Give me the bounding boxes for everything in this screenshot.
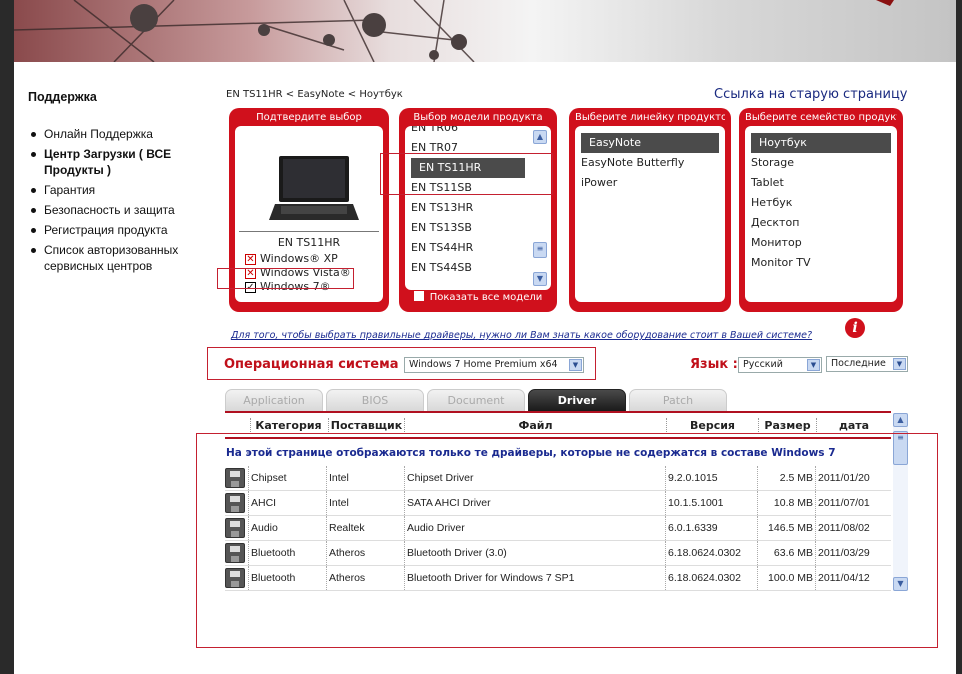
unsupported-icon: ✕ (245, 253, 256, 265)
sidebar-item-online-support[interactable]: Онлайн Поддержка (28, 126, 208, 142)
tab-document[interactable]: Document (427, 389, 525, 412)
breadcrumb: EN TS11HR < EasyNote < Ноутбук (226, 89, 403, 100)
family-item-selected[interactable]: Ноутбук (751, 133, 891, 153)
family-item[interactable]: Десктоп (745, 213, 897, 233)
sidebar-title: Поддержка (28, 90, 97, 104)
window-frame-left (0, 0, 14, 674)
line-item[interactable]: EasyNote Butterfly (575, 153, 725, 173)
sidebar: Поддержка Онлайн Поддержка Центр Загрузк… (28, 90, 208, 278)
sidebar-item-registration[interactable]: Регистрация продукта (28, 222, 208, 238)
family-item[interactable]: Монитор (745, 233, 897, 253)
scroll-up-icon[interactable]: ▲ (533, 130, 547, 144)
panel-title: Подтвердите выбор (256, 112, 362, 123)
column-header-version[interactable]: Версия (666, 418, 758, 434)
info-icon[interactable]: i (845, 318, 865, 338)
panel-title: Выбор модели продукта (413, 112, 543, 123)
model-item[interactable]: EN TR06 (405, 126, 531, 138)
family-item[interactable]: Storage (745, 153, 897, 173)
column-header-vendor[interactable]: Поставщик (328, 418, 404, 434)
language-select[interactable]: Русский ▼ (738, 357, 822, 373)
header-banner (14, 0, 956, 62)
line-item[interactable]: iPower (575, 173, 725, 193)
sidebar-item-security[interactable]: Безопасность и защита (28, 202, 208, 218)
column-header-date[interactable]: дата (816, 418, 891, 434)
sidebar-item-service-centers[interactable]: Список авторизованных сервисных центров (28, 242, 208, 274)
window-frame-right (956, 0, 962, 674)
model-panel: Выбор модели продукта EN TR06 EN TR07 EN… (399, 108, 557, 312)
model-item[interactable]: EN TS44SB (405, 258, 531, 278)
tab-bios[interactable]: BIOS (326, 389, 424, 412)
hardware-detect-link[interactable]: Для того, чтобы выбрать правильные драйв… (231, 330, 812, 341)
old-page-link[interactable]: Ссылка на старую страницу (714, 87, 907, 102)
chevron-down-icon[interactable]: ▼ (893, 358, 906, 370)
scroll-up-icon[interactable]: ▲ (893, 413, 908, 427)
annotation-box (207, 347, 596, 380)
line-item-selected[interactable]: EasyNote (581, 133, 719, 153)
checkbox-icon[interactable] (413, 291, 424, 301)
panel-title: Выберите семейство продуктов (745, 112, 897, 123)
annotation-box (380, 153, 553, 195)
column-header-size[interactable]: Размер (758, 418, 816, 434)
family-item[interactable]: Tablet (745, 173, 897, 193)
panel-title: Выберите линейку продуктов (575, 112, 725, 123)
sort-select[interactable]: Последние ▼ (826, 356, 908, 372)
annotation-box (196, 433, 938, 648)
family-item[interactable]: Нетбук (745, 193, 897, 213)
tab-driver[interactable]: Driver (528, 389, 626, 412)
column-header-file[interactable]: Файл (404, 418, 666, 434)
scroll-thumb[interactable]: ≡ (533, 242, 547, 258)
scroll-down-icon[interactable]: ▼ (533, 272, 547, 286)
sidebar-item-download-center[interactable]: Центр Загрузки ( ВСЕ Продукты ) (28, 146, 208, 178)
molecule-graphic (14, 0, 894, 62)
model-item[interactable]: EN TS13SB (405, 218, 531, 238)
sidebar-item-warranty[interactable]: Гарантия (28, 182, 208, 198)
tab-patch[interactable]: Patch (629, 389, 727, 412)
divider (225, 411, 891, 413)
model-item[interactable]: EN TS13HR (405, 198, 531, 218)
laptop-image (269, 156, 359, 220)
family-item[interactable]: Monitor TV (745, 253, 897, 273)
tab-application[interactable]: Application (225, 389, 323, 412)
column-header-category[interactable]: Категория (250, 418, 326, 434)
chevron-down-icon[interactable]: ▼ (807, 359, 820, 371)
selected-model: EN TS11HR (277, 236, 341, 249)
model-item[interactable]: EN TS44HR (405, 238, 531, 258)
annotation-box (217, 268, 354, 289)
product-line-panel: Выберите линейку продуктов EasyNote Easy… (569, 108, 731, 312)
language-label: Язык : (690, 357, 738, 372)
show-all-models-checkbox[interactable]: Показать все модели (405, 290, 551, 306)
product-family-panel: Выберите семейство продуктов Ноутбук Sto… (739, 108, 903, 312)
os-item-xp: ✕ Windows® XP (245, 252, 338, 265)
